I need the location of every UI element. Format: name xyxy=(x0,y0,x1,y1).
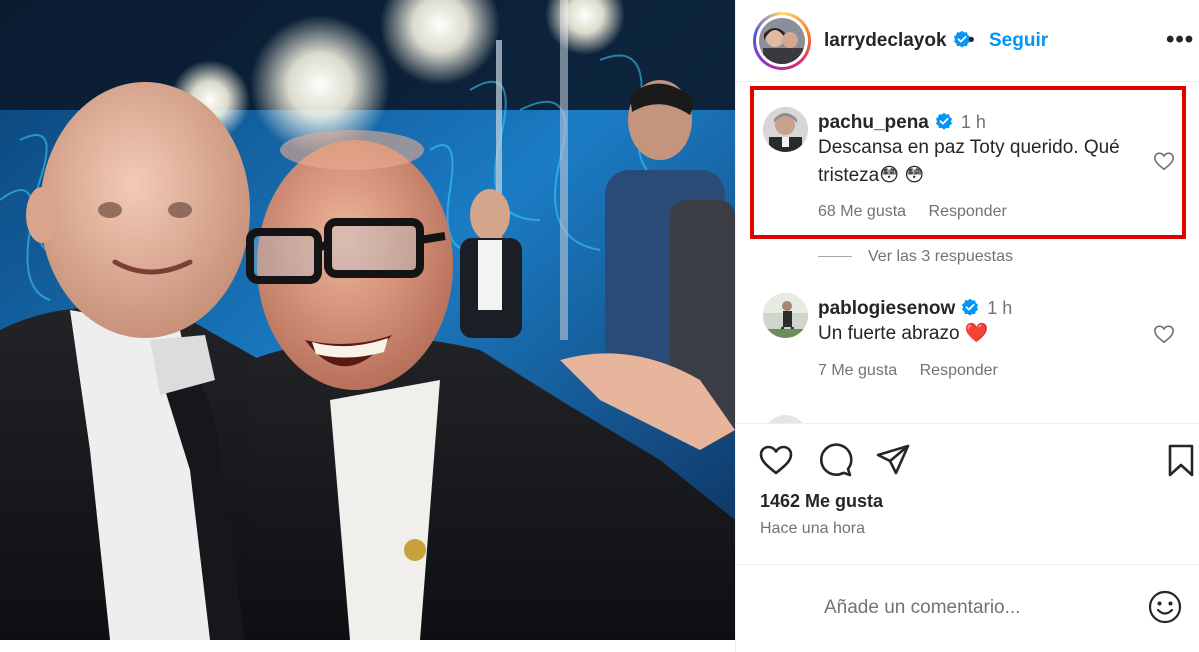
comment-time: 1 h xyxy=(960,112,986,132)
post-image xyxy=(0,0,735,640)
reply-button[interactable]: Responder xyxy=(929,203,1007,220)
author-username[interactable]: larrydeclayok xyxy=(824,30,971,52)
post-actions: 1462 Me gusta Hace una hora xyxy=(736,423,1199,652)
likes-count[interactable]: 1462 Me gusta xyxy=(760,491,883,512)
comment-time: 1 h xyxy=(987,298,1013,318)
more-options-icon[interactable]: ••• xyxy=(1166,26,1194,54)
commenter-avatar-image xyxy=(763,293,808,338)
commenter-avatar[interactable] xyxy=(763,415,808,423)
post-sidebar: larrydeclayok • Seguir ••• pachu_pena 1 h xyxy=(735,0,1199,652)
comment-likes[interactable]: 68 Me gusta xyxy=(818,203,906,220)
post-timestamp: Hace una hora xyxy=(760,520,865,537)
comment-text: Un fuerte abrazo ❤️ xyxy=(818,323,989,344)
comment-username[interactable]: pablogiesenow 1 h xyxy=(818,298,1012,320)
replies-divider xyxy=(818,256,852,258)
comment-icon[interactable] xyxy=(817,442,853,478)
reply-button[interactable]: Responder xyxy=(920,362,998,379)
heart-icon[interactable] xyxy=(1153,323,1175,345)
comment-meta: 7 Me gusta Responder xyxy=(818,362,1016,380)
send-icon[interactable] xyxy=(875,442,911,478)
heart-icon[interactable] xyxy=(758,442,794,478)
add-comment-bar xyxy=(736,564,1199,652)
commenter-avatar[interactable] xyxy=(763,293,808,338)
heart-icon[interactable] xyxy=(1153,150,1175,172)
verified-badge-icon xyxy=(962,298,979,316)
verified-badge-icon xyxy=(935,112,952,130)
follow-button[interactable]: Seguir xyxy=(989,30,1048,52)
comment-username[interactable]: pachu_pena 1 h xyxy=(818,112,986,134)
commenter-avatar-image xyxy=(763,107,808,152)
comment-likes[interactable]: 7 Me gusta xyxy=(818,362,897,379)
post-header: larrydeclayok • Seguir ••• xyxy=(736,0,1199,82)
author-avatar[interactable] xyxy=(753,12,811,70)
commenter-avatar[interactable] xyxy=(763,107,808,152)
comments-list[interactable]: pachu_pena 1 h Descansa en paz Toty queri… xyxy=(736,83,1199,423)
bookmark-icon[interactable] xyxy=(1163,442,1199,478)
comment-text: Descansa en paz Toty querido. Qué triste… xyxy=(818,137,1120,186)
view-replies-toggle[interactable]: Ver las 3 respuestas xyxy=(818,248,1013,266)
post-photo xyxy=(0,0,735,640)
author-avatar-image xyxy=(759,18,805,64)
emoji-icon[interactable] xyxy=(1147,589,1183,625)
comment-meta: 68 Me gusta Responder xyxy=(818,203,1025,221)
header-separator: • xyxy=(968,30,975,51)
comment-input[interactable] xyxy=(824,593,1124,623)
